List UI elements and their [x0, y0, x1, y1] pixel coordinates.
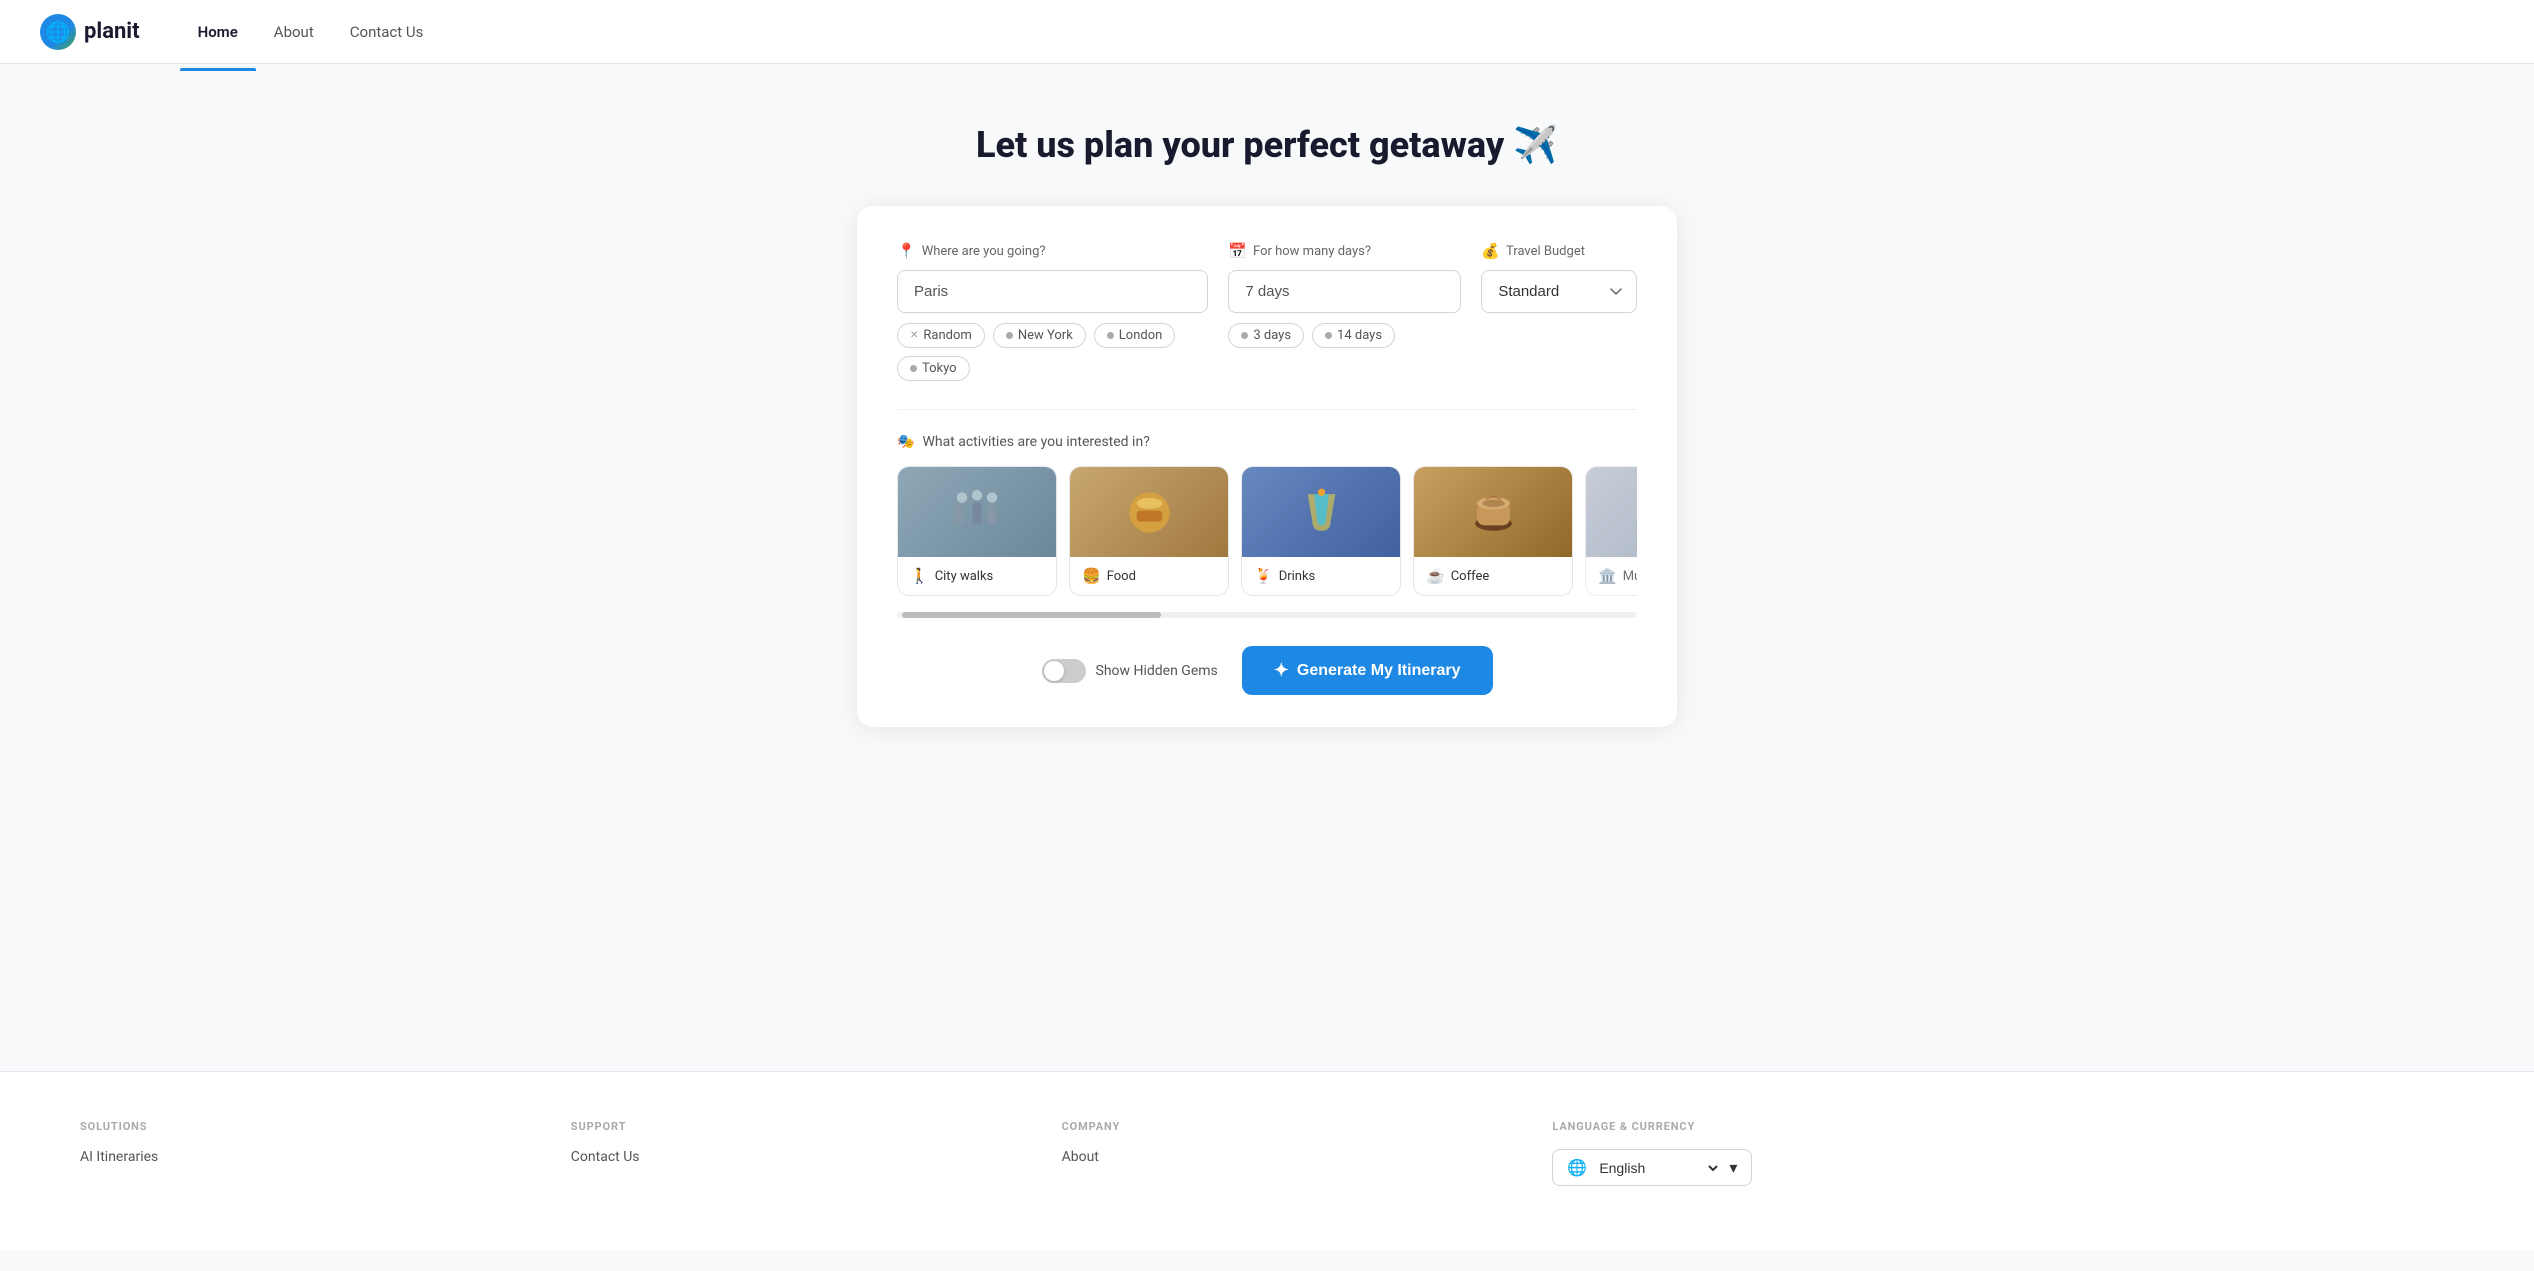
activity-drinks-image: [1242, 467, 1400, 557]
nav-contact[interactable]: Contact Us: [332, 15, 442, 49]
activity-coffee[interactable]: ☕ Coffee: [1413, 466, 1573, 596]
chevron-down-icon: ▾: [1729, 1158, 1737, 1177]
activity-drinks[interactable]: 🍹 Drinks: [1241, 466, 1401, 596]
bottom-row: Show Hidden Gems ✦ Generate My Itinerary: [897, 646, 1637, 695]
activities-row: 🚶 City walks 🍔 Food: [897, 466, 1637, 608]
coffee-icon: ☕: [1426, 567, 1445, 585]
footer-support-title: SUPPORT: [571, 1120, 1022, 1133]
activity-coffee-image: [1414, 467, 1572, 557]
destination-label: 📍 Where are you going?: [897, 242, 1208, 260]
language-select[interactable]: English Français Español Deutsch: [1595, 1159, 1721, 1177]
toggle-wrapper: Show Hidden Gems: [1042, 659, 1218, 683]
chip-14days[interactable]: 14 days: [1312, 323, 1395, 348]
activity-drinks-label: 🍹 Drinks: [1242, 557, 1400, 595]
destination-input[interactable]: [897, 270, 1208, 313]
footer-solutions-title: SOLUTIONS: [80, 1120, 531, 1133]
footer-link-about[interactable]: About: [1062, 1149, 1513, 1165]
museum-icon: 🏛️: [1598, 567, 1617, 585]
activities-icon: 🎭: [897, 434, 914, 450]
calendar-icon: 📅: [1228, 242, 1247, 260]
days-label: 📅 For how many days?: [1228, 242, 1461, 260]
chip-random[interactable]: ✕ Random: [897, 323, 985, 348]
form-divider: [897, 409, 1637, 410]
walking-icon: 🚶: [910, 567, 929, 585]
form-row-top: 📍 Where are you going? ✕ Random New York: [897, 242, 1637, 381]
language-select-wrap[interactable]: 🌐 English Français Español Deutsch ▾: [1552, 1149, 1752, 1186]
days-chips: 3 days 14 days: [1228, 323, 1461, 348]
destination-chips: ✕ Random New York London Tokyo: [897, 323, 1208, 381]
scrollbar-thumb: [902, 612, 1161, 618]
budget-label: 💰 Travel Budget: [1481, 242, 1637, 260]
chip-london[interactable]: London: [1094, 323, 1176, 348]
days-input[interactable]: [1228, 270, 1461, 313]
hidden-gems-toggle[interactable]: [1042, 659, 1086, 683]
budget-group: 💰 Travel Budget Standard Budget Luxury: [1481, 242, 1637, 313]
activity-coffee-label: ☕ Coffee: [1414, 557, 1572, 595]
footer-solutions: SOLUTIONS AI Itineraries: [80, 1120, 531, 1186]
budget-select[interactable]: Standard Budget Luxury: [1481, 270, 1637, 313]
chip-tokyo[interactable]: Tokyo: [897, 356, 970, 381]
brand-logo[interactable]: 🌐 planit: [40, 14, 140, 50]
activity-food-image: [1070, 467, 1228, 557]
planner-card: 📍 Where are you going? ✕ Random New York: [857, 206, 1677, 727]
footer-language: LANGUAGE & CURRENCY 🌐 English Français E…: [1552, 1120, 2454, 1186]
days-group: 📅 For how many days? 3 days 14 days: [1228, 242, 1461, 348]
toggle-knob: [1044, 661, 1064, 681]
chip-new-york[interactable]: New York: [993, 323, 1086, 348]
hero-title: Let us plan your perfect getaway ✈️: [976, 124, 1558, 166]
activity-food[interactable]: 🍔 Food: [1069, 466, 1229, 596]
activity-museums-label: 🏛️ Museums: [1586, 557, 1637, 595]
main-content: Let us plan your perfect getaway ✈️ 📍 Wh…: [0, 64, 2534, 1071]
globe-small-icon: 🌐: [1567, 1158, 1587, 1177]
nav-about[interactable]: About: [256, 15, 332, 49]
generate-button[interactable]: ✦ Generate My Itinerary: [1242, 646, 1493, 695]
activities-scroll-wrapper: 🚶 City walks 🍔 Food: [897, 466, 1637, 618]
toggle-label: Show Hidden Gems: [1096, 663, 1218, 679]
nav-links: Home About Contact Us: [180, 15, 442, 49]
footer-link-contact[interactable]: Contact Us: [571, 1149, 1022, 1165]
footer-link-ai-itineraries[interactable]: AI Itineraries: [80, 1149, 531, 1165]
activity-museums[interactable]: 🏛️ Museums: [1585, 466, 1637, 596]
food-icon: 🍔: [1082, 567, 1101, 585]
activity-city-walks-label: 🚶 City walks: [898, 557, 1056, 595]
spark-icon: ✦: [1274, 660, 1289, 681]
footer: SOLUTIONS AI Itineraries SUPPORT Contact…: [0, 1071, 2534, 1250]
activity-city-walks-image: [898, 467, 1056, 557]
footer-grid: SOLUTIONS AI Itineraries SUPPORT Contact…: [80, 1120, 2454, 1186]
money-icon: 💰: [1481, 242, 1500, 260]
nav-home[interactable]: Home: [180, 15, 256, 49]
footer-language-title: LANGUAGE & CURRENCY: [1552, 1120, 2454, 1133]
destination-group: 📍 Where are you going? ✕ Random New York: [897, 242, 1208, 381]
activities-label: 🎭 What activities are you interested in?: [897, 434, 1637, 450]
location-icon: 📍: [897, 242, 916, 260]
footer-company-title: COMPANY: [1062, 1120, 1513, 1133]
drinks-icon: 🍹: [1254, 567, 1273, 585]
activity-food-label: 🍔 Food: [1070, 557, 1228, 595]
brand-name: planit: [84, 19, 140, 44]
footer-company: COMPANY About: [1062, 1120, 1513, 1186]
chip-3days[interactable]: 3 days: [1228, 323, 1304, 348]
navbar: 🌐 planit Home About Contact Us: [0, 0, 2534, 64]
activity-museums-image: [1586, 467, 1637, 557]
activity-city-walks[interactable]: 🚶 City walks: [897, 466, 1057, 596]
scrollbar-track: [897, 612, 1637, 618]
footer-support: SUPPORT Contact Us: [571, 1120, 1022, 1186]
globe-icon: 🌐: [40, 14, 76, 50]
